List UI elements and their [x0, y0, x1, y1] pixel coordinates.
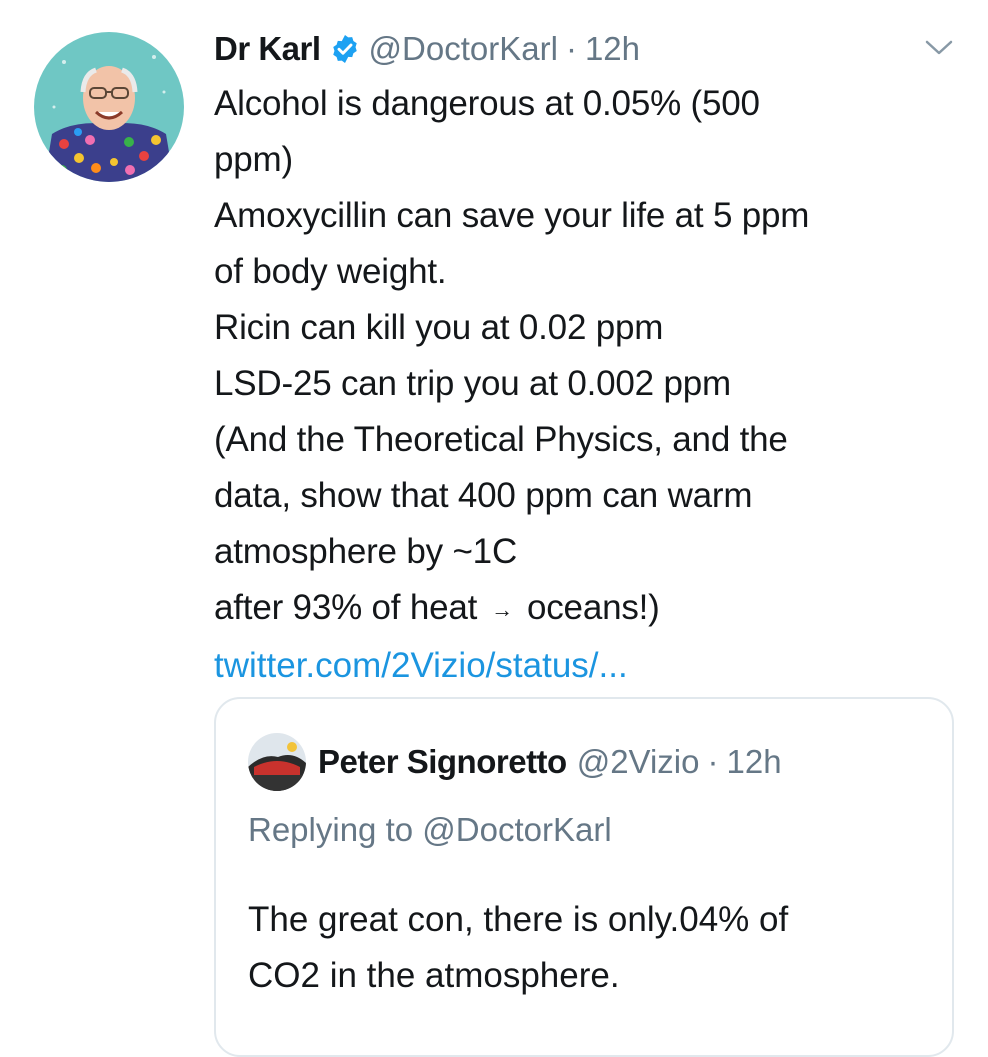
tweet-text: Alcohol is dangerous at 0.05% (500 ppm) …	[214, 76, 954, 638]
quoted-author-name: Peter Signoretto	[318, 743, 567, 780]
tweet-line: (And the Theoretical Physics, and the	[214, 420, 788, 459]
quoted-tweet-line: CO2 in the atmosphere.	[248, 956, 620, 995]
tweet-timestamp[interactable]: 12h	[585, 22, 640, 76]
quoted-author-avatar[interactable]	[248, 733, 306, 791]
author-handle[interactable]: @DoctorKarl	[369, 22, 558, 76]
tweet-header: Dr Karl @DoctorKarl · 12h	[214, 22, 954, 76]
quoted-tweet-text: The great con, there is only.04% of CO2 …	[248, 892, 928, 1004]
replying-to-label: Replying to @DoctorKarl	[248, 811, 612, 848]
tweet-line: Ricin can kill you at 0.02 ppm	[214, 308, 664, 347]
tweet-line-last-end: oceans!)	[526, 588, 660, 627]
tweet-line-last-start: after 93% of heat	[214, 588, 478, 627]
tweet: Dr Karl @DoctorKarl · 12h Alcohol is dan…	[214, 22, 954, 694]
tweet-line: data, show that 400 ppm can warm	[214, 476, 753, 515]
tweet-line: LSD-25 can trip you at 0.002 ppm	[214, 364, 731, 403]
arrow-right-icon: →	[491, 596, 513, 622]
tweet-line: of body weight.	[214, 252, 447, 291]
quoted-tweet-header: Peter Signoretto @2Vizio · 12h	[248, 733, 782, 791]
quoted-tweet-line: The great con, there is only.04% of	[248, 900, 789, 939]
tweet-line: ppm)	[214, 140, 293, 179]
avatar-image	[34, 32, 184, 182]
tweet-line: atmosphere by ~1C	[214, 532, 518, 571]
tweet-line: Amoxycillin can save your life at 5 ppm	[214, 196, 810, 235]
author-name[interactable]: Dr Karl	[214, 22, 321, 76]
quoted-header-separator: ·	[707, 743, 719, 780]
chevron-down-icon[interactable]	[924, 38, 954, 58]
tweet-line: Alcohol is dangerous at 0.05% (500	[214, 84, 760, 123]
quoted-tweet-link[interactable]: twitter.com/2Vizio/status/...	[214, 638, 954, 694]
author-avatar[interactable]	[34, 32, 184, 182]
header-separator: ·	[565, 30, 577, 67]
quoted-author-handle: @2Vizio	[576, 743, 700, 780]
verified-badge-icon	[329, 33, 361, 65]
tweet-line-last: after 93% of heat → oceans!)	[214, 580, 954, 638]
quoted-tweet-card[interactable]: Peter Signoretto @2Vizio · 12h Replying …	[214, 697, 954, 1057]
quoted-timestamp: 12h	[726, 743, 782, 780]
